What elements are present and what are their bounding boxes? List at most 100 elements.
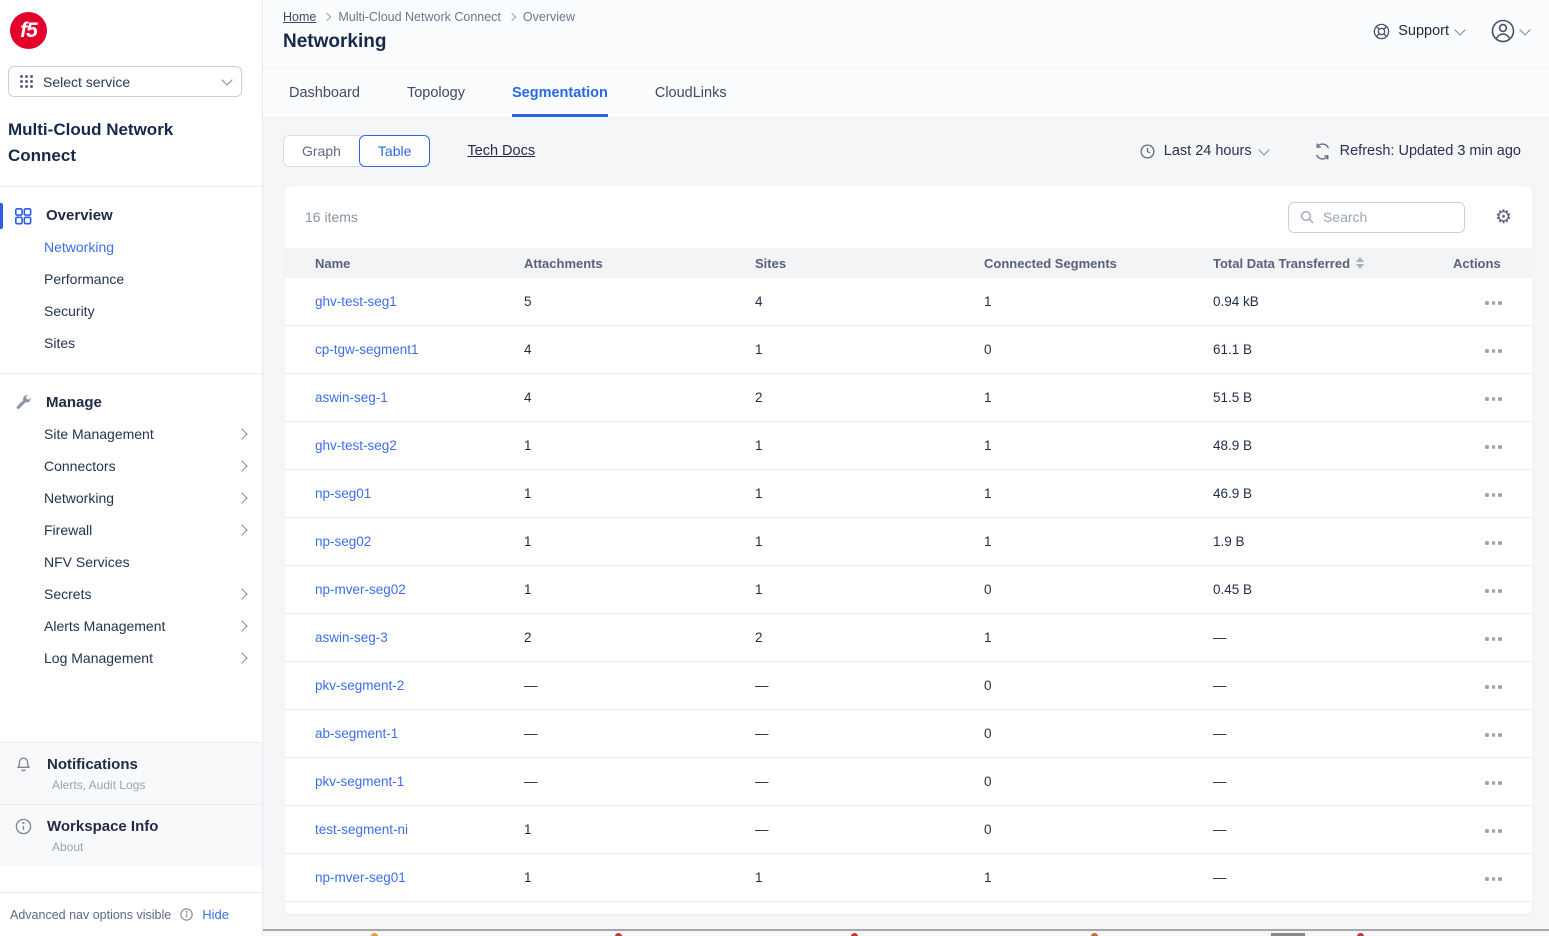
sidebar-item-label: Networking <box>44 239 246 255</box>
nav-section-overview: Overview Networking Performance Security… <box>0 187 262 365</box>
segment-name-link[interactable]: pkv-segment-1 <box>315 774 404 789</box>
row-actions-button[interactable] <box>1481 343 1506 359</box>
tab-topology[interactable]: Topology <box>407 69 465 117</box>
sidebar-item-log-management[interactable]: Log Management <box>0 642 262 674</box>
sidebar-item-sites[interactable]: Sites <box>0 327 262 359</box>
connected-segments-cell: 0 <box>984 774 1213 789</box>
table-row: ghv-test-seg1 5 4 1 0.94 kB <box>285 278 1532 326</box>
connected-segments-cell: 0 <box>984 342 1213 357</box>
info-icon <box>179 907 194 922</box>
total-data-cell: 0.94 kB <box>1213 294 1453 309</box>
tab-dashboard[interactable]: Dashboard <box>289 69 360 117</box>
table-row: aswin-seg-3 2 2 1 — <box>285 614 1532 662</box>
wrench-icon <box>14 394 32 412</box>
table-settings-gear-icon[interactable]: ⚙ <box>1495 208 1512 227</box>
row-actions-button[interactable] <box>1481 583 1506 599</box>
sidebar-item-performance[interactable]: Performance <box>0 263 262 295</box>
graph-view-button[interactable]: Graph <box>283 135 359 167</box>
account-menu-button[interactable] <box>1490 18 1529 44</box>
breadcrumb-mcnc-link[interactable]: Multi-Cloud Network Connect <box>338 10 501 24</box>
nav-manage-header[interactable]: Manage <box>0 388 262 418</box>
time-range-selector[interactable]: Last 24 hours <box>1139 143 1268 160</box>
row-actions-button[interactable] <box>1481 727 1506 743</box>
segment-name-link[interactable]: test-segment-ni <box>315 822 408 837</box>
table-body: ghv-test-seg1 5 4 1 0.94 kB cp-tgw-segme… <box>285 278 1532 914</box>
support-menu-button[interactable]: Support <box>1372 22 1464 41</box>
sidebar-item-workspace-info[interactable]: Workspace Info About <box>0 804 262 866</box>
bell-icon <box>14 755 33 774</box>
search-input[interactable] <box>1323 209 1443 225</box>
column-header-actions: Actions <box>1453 256 1532 271</box>
tab-segmentation[interactable]: Segmentation <box>512 69 608 117</box>
advanced-nav-text: Advanced nav options visible <box>10 908 171 922</box>
attachments-cell: 5 <box>524 294 755 309</box>
sidebar: f5 Select service Multi-Cloud Network Co… <box>0 0 263 936</box>
row-actions-button[interactable] <box>1481 631 1506 647</box>
total-data-cell: 61.1 B <box>1213 342 1453 357</box>
segment-name-link[interactable]: pkv-segment-2 <box>315 678 404 693</box>
connected-segments-cell: 0 <box>984 726 1213 741</box>
row-actions-button[interactable] <box>1481 679 1506 695</box>
row-actions-button[interactable] <box>1481 487 1506 503</box>
attachments-cell: 4 <box>524 390 755 405</box>
chevron-right-icon <box>508 12 516 20</box>
sites-cell: — <box>755 726 984 741</box>
attachments-cell: 1 <box>524 582 755 597</box>
sidebar-item-alerts-management[interactable]: Alerts Management <box>0 610 262 642</box>
table-row: np-mver-seg02 1 1 0 0.45 B <box>285 566 1532 614</box>
segment-name-link[interactable]: np-mver-seg02 <box>315 582 406 597</box>
segment-name-link[interactable]: aswin-seg-3 <box>315 630 388 645</box>
chevron-down-icon <box>1519 24 1530 35</box>
column-header-attachments: Attachments <box>524 256 755 271</box>
tab-cloudlinks[interactable]: CloudLinks <box>655 69 727 117</box>
row-actions-button[interactable] <box>1481 775 1506 791</box>
chevron-right-icon <box>236 428 247 439</box>
sidebar-item-site-management[interactable]: Site Management <box>0 418 262 450</box>
attachments-cell: — <box>524 678 755 693</box>
row-actions-button[interactable] <box>1481 295 1506 311</box>
segment-name-link[interactable]: ab-segment-1 <box>315 726 398 741</box>
segment-name-link[interactable]: ghv-test-seg2 <box>315 438 397 453</box>
attachments-cell: 4 <box>524 342 755 357</box>
sidebar-item-notifications[interactable]: Notifications Alerts, Audit Logs <box>0 742 262 804</box>
sidebar-item-label: Security <box>44 303 246 319</box>
sites-cell: 1 <box>755 582 984 597</box>
column-header-total-data[interactable]: Total Data Transferred <box>1213 256 1453 271</box>
sidebar-item-networking-manage[interactable]: Networking <box>0 482 262 514</box>
hide-advanced-nav-link[interactable]: Hide <box>202 907 229 922</box>
table-header-row: Name Attachments Sites Connected Segment… <box>285 248 1532 278</box>
row-actions-button[interactable] <box>1481 535 1506 551</box>
chevron-down-icon <box>1258 144 1269 155</box>
page-header: Home Multi-Cloud Network Connect Overvie… <box>263 0 1549 69</box>
dashboard-grid-icon <box>14 207 32 225</box>
sidebar-item-connectors[interactable]: Connectors <box>0 450 262 482</box>
total-data-cell: — <box>1213 822 1453 837</box>
workspace-info-sublabel: About <box>52 840 248 854</box>
service-selector[interactable]: Select service <box>8 66 242 97</box>
sidebar-item-security[interactable]: Security <box>0 295 262 327</box>
row-actions-button[interactable] <box>1481 391 1506 407</box>
row-actions-button[interactable] <box>1481 871 1506 887</box>
segment-name-link[interactable]: np-seg02 <box>315 534 371 549</box>
segment-name-link[interactable]: ghv-test-seg1 <box>315 294 397 309</box>
sidebar-item-secrets[interactable]: Secrets <box>0 578 262 610</box>
table-view-button[interactable]: Table <box>359 135 430 167</box>
time-range-value: Last 24 hours <box>1164 143 1252 159</box>
sidebar-item-nfv-services[interactable]: NFV Services <box>0 546 262 578</box>
f5-logo[interactable]: f5 <box>10 12 47 49</box>
nav-overview-header[interactable]: Overview <box>0 201 262 231</box>
segment-name-link[interactable]: np-seg01 <box>315 486 371 501</box>
sidebar-item-networking[interactable]: Networking <box>0 231 262 263</box>
segment-name-link[interactable]: np-mver-seg01 <box>315 870 406 885</box>
segment-name-link[interactable]: aswin-seg-1 <box>315 390 388 405</box>
refresh-button[interactable]: Refresh: Updated 3 min ago <box>1314 143 1521 160</box>
sort-icon[interactable] <box>1356 257 1364 269</box>
sidebar-item-firewall[interactable]: Firewall <box>0 514 262 546</box>
connected-segments-cell: 0 <box>984 822 1213 837</box>
tech-docs-link[interactable]: Tech Docs <box>467 143 535 159</box>
segment-name-link[interactable]: cp-tgw-segment1 <box>315 342 419 357</box>
row-actions-button[interactable] <box>1481 823 1506 839</box>
sidebar-item-label: Log Management <box>44 650 238 666</box>
row-actions-button[interactable] <box>1481 439 1506 455</box>
breadcrumb-home-link[interactable]: Home <box>283 10 316 24</box>
